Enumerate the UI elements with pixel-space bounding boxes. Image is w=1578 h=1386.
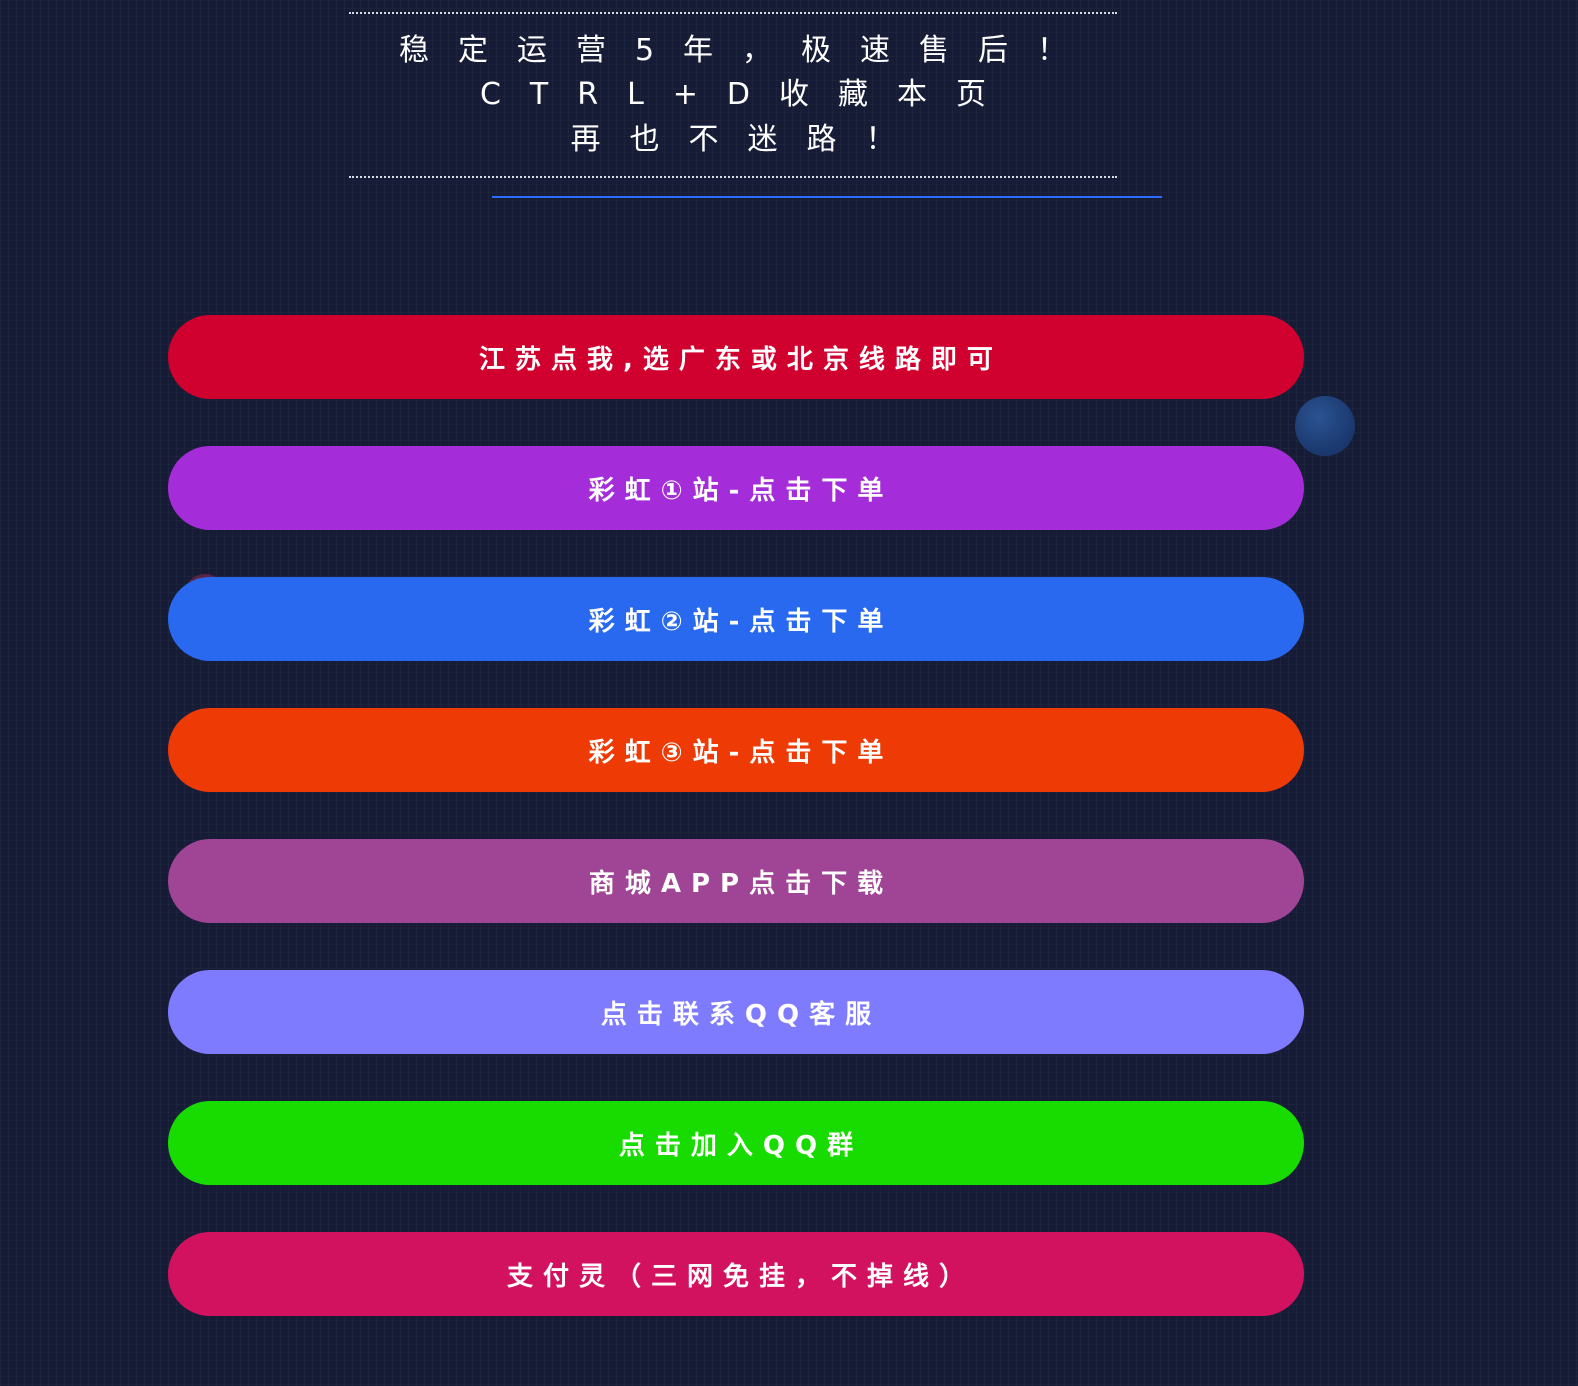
app-download-button[interactable]: 商城APP点击下载 bbox=[168, 839, 1304, 923]
decorative-orb bbox=[1295, 396, 1355, 456]
qq-support-button[interactable]: 点击联系QQ客服 bbox=[168, 970, 1304, 1054]
header-tagline: 再也不迷路！ bbox=[570, 122, 925, 157]
header-bookmark-hint: CTRL+D收藏本页 bbox=[479, 77, 1016, 112]
join-qq-group-button[interactable]: 点击加入QQ群 bbox=[168, 1101, 1304, 1185]
accent-underline bbox=[492, 196, 1162, 198]
header-slogan: 稳定运营5年，极速售后！ bbox=[398, 33, 1097, 68]
rainbow-site-3-button[interactable]: 彩虹③站-点击下单 bbox=[168, 708, 1304, 792]
rainbow-site-2-button[interactable]: 彩虹②站-点击下单 bbox=[168, 577, 1304, 661]
jiangsu-route-button[interactable]: 江苏点我,选广东或北京线路即可 bbox=[168, 315, 1304, 399]
dotted-divider-top bbox=[349, 12, 1117, 14]
rainbow-site-1-button[interactable]: 彩虹①站-点击下单 bbox=[168, 446, 1304, 530]
payment-spirit-button[interactable]: 支付灵（三网免挂，不掉线） bbox=[168, 1232, 1304, 1316]
header-banner: 稳定运营5年，极速售后！ CTRL+D收藏本页 再也不迷路！ bbox=[349, 12, 1117, 180]
dotted-divider-bottom bbox=[349, 176, 1117, 178]
